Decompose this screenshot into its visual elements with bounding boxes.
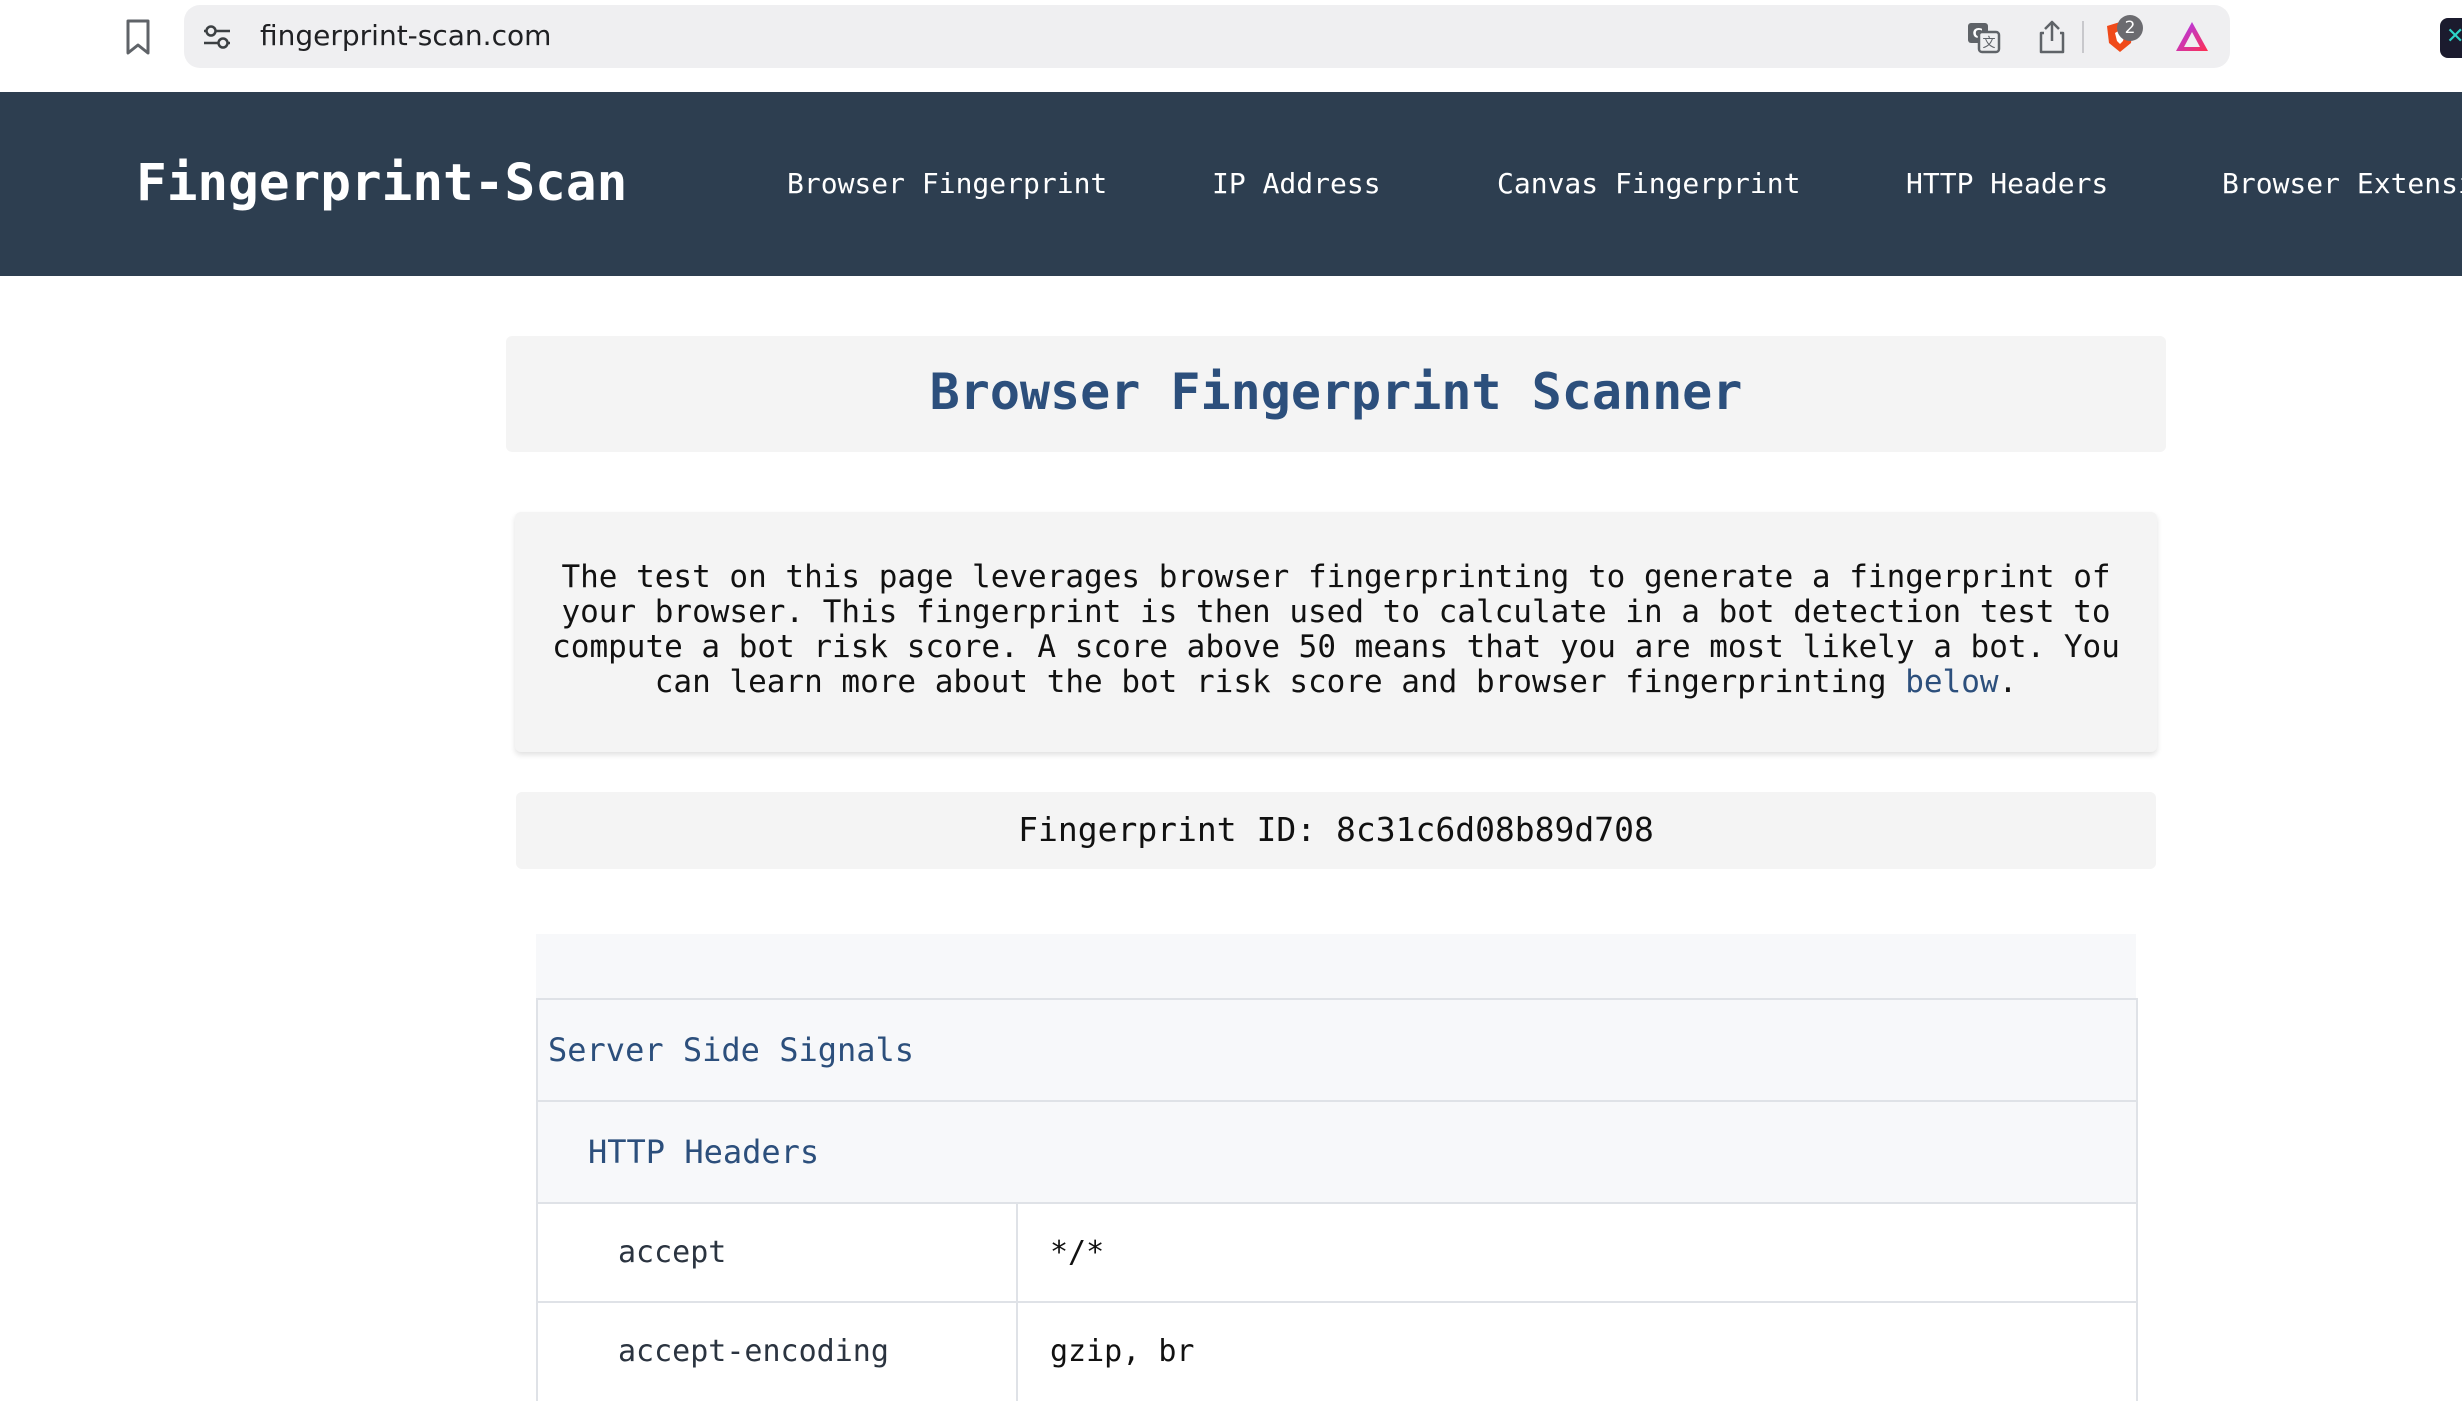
svg-text:文: 文 [1982,36,1995,51]
nav-link-browser-fingerprint[interactable]: Browser Fingerprint [787,166,1107,202]
header-key: accept [618,1235,727,1270]
table-row: accept */* [536,1202,2138,1302]
http-headers-header[interactable]: HTTP Headers [536,1100,2138,1202]
extension-icon[interactable]: ✕ [2440,18,2462,58]
page-title: Browser Fingerprint Scanner [929,363,1743,421]
nav-link-http-headers[interactable]: HTTP Headers [1906,166,2108,202]
column-divider [1016,1303,1018,1401]
browser-toolbar: fingerprint-scan.com G 文 2 [0,0,2462,92]
title-panel: Browser Fingerprint Scanner [506,336,2166,452]
nav-link-ip-address[interactable]: IP Address [1212,166,1381,202]
intro-text: The test on this page leverages browser … [552,559,2120,700]
signals-table: Server Side Signals HTTP Headers accept … [536,934,2138,1401]
header-value: gzip, br [1050,1334,1195,1369]
toolbar-divider [2082,21,2084,53]
fingerprint-id: Fingerprint ID: 8c31c6d08b89d708 [1018,810,1654,849]
brave-rewards-icon[interactable] [2174,19,2210,55]
below-link[interactable]: below [1905,664,1998,700]
fingerprint-id-panel: Fingerprint ID: 8c31c6d08b89d708 [516,792,2156,869]
header-key: accept-encoding [618,1334,889,1369]
server-side-signals-header[interactable]: Server Side Signals [536,998,2138,1100]
nav-link-browser-extensions[interactable]: Browser Extensi [2222,166,2462,202]
header-value: */* [1050,1235,1105,1270]
bookmark-icon[interactable] [120,18,156,56]
address-bar[interactable]: fingerprint-scan.com G 文 2 [184,5,2230,68]
intro-paragraph: The test on this page leverages browser … [541,560,2131,700]
site-navbar: Fingerprint-Scan Browser Fingerprint IP … [0,92,2462,276]
translate-icon[interactable]: G 文 [1966,19,2002,55]
intro-panel: The test on this page leverages browser … [515,512,2157,752]
table-row: accept-encoding gzip, br [536,1301,2138,1401]
column-divider [1016,1204,1018,1302]
site-logo[interactable]: Fingerprint-Scan [136,154,627,214]
section-title: Server Side Signals [548,1031,915,1069]
intro-end: . [1998,664,2018,700]
extension-glyph-icon: ✕ [2446,24,2462,49]
share-icon[interactable] [2034,19,2070,55]
subsection-title: HTTP Headers [588,1133,820,1171]
url-text[interactable]: fingerprint-scan.com [260,19,551,53]
site-settings-icon[interactable] [202,23,232,51]
shields-count-badge: 2 [2117,15,2143,41]
nav-link-canvas-fingerprint[interactable]: Canvas Fingerprint [1497,166,1800,202]
